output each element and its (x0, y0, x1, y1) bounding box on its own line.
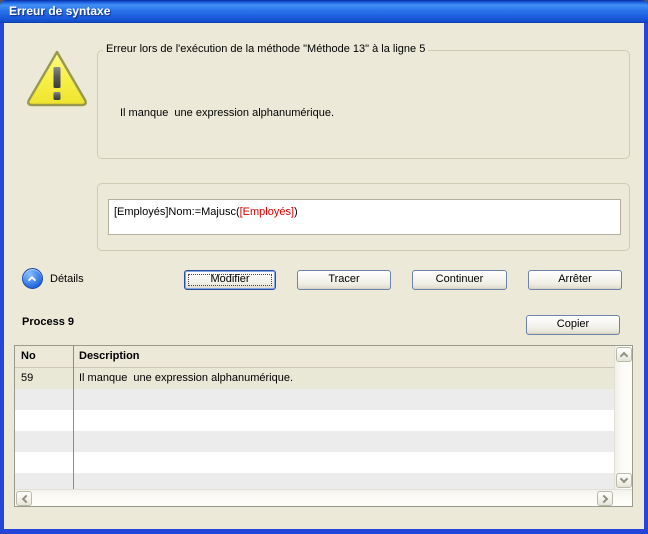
window-title: Erreur de syntaxe (9, 4, 110, 18)
scroll-right-icon (599, 494, 607, 502)
vertical-scrollbar[interactable] (614, 346, 632, 489)
trace-button[interactable]: Tracer (297, 270, 391, 290)
error-dialog-window: Erreur de syntaxe Erreur lors de l'exécu… (0, 0, 648, 534)
code-field: [Employés]Nom:=Majusc([Employés]) (108, 199, 621, 235)
table-row-empty (15, 410, 614, 431)
chevron-up-icon (28, 276, 36, 284)
error-context-groupbox: Erreur lors de l'exécution de la méthode… (97, 50, 630, 159)
scroll-down-icon (620, 475, 628, 483)
scroll-right-button[interactable] (597, 491, 613, 506)
continue-button[interactable]: Continuer (412, 270, 507, 290)
warning-triangle-icon (24, 48, 90, 112)
table-row-empty (15, 473, 614, 489)
code-segment-after: ) (294, 206, 298, 218)
column-separator[interactable] (73, 346, 74, 489)
column-header-no[interactable]: No (21, 350, 36, 362)
details-toggle-button[interactable] (22, 268, 43, 289)
cell-description: Il manque une expression alphanumérique. (79, 372, 293, 384)
process-label: Process 9 (22, 316, 74, 328)
table-row-empty (15, 389, 614, 410)
scroll-left-button[interactable] (16, 491, 32, 506)
scroll-up-button[interactable] (616, 347, 632, 362)
scroll-up-icon (620, 352, 628, 360)
scroll-down-button[interactable] (616, 473, 632, 488)
details-label: Détails (50, 273, 84, 285)
code-line: [Employés]Nom:=Majusc([Employés]) (114, 206, 298, 218)
table-row[interactable]: 59 Il manque une expression alphanumériq… (15, 368, 614, 389)
table-header: No Description (15, 346, 614, 368)
code-segment-error: [Employés] (240, 206, 294, 218)
code-segment-before: [Employés]Nom:=Majusc( (114, 206, 240, 218)
table-row-empty (15, 452, 614, 473)
error-context-label: Erreur lors de l'exécution de la méthode… (103, 43, 428, 55)
error-table: No Description 59 Il manque une expressi… (14, 345, 633, 507)
abort-button[interactable]: Arrêter (528, 270, 622, 290)
column-header-description[interactable]: Description (79, 350, 140, 362)
error-message: Il manque une expression alphanumérique. (120, 107, 334, 119)
scroll-left-icon (21, 494, 29, 502)
cell-no: 59 (21, 372, 33, 384)
table-row-empty (15, 431, 614, 452)
code-groupbox: [Employés]Nom:=Majusc([Employés]) (97, 183, 630, 251)
horizontal-scrollbar[interactable] (15, 489, 632, 506)
title-bar[interactable]: Erreur de syntaxe (0, 0, 648, 23)
modify-button[interactable]: Modifier (184, 270, 276, 290)
copy-button[interactable]: Copier (526, 315, 620, 335)
